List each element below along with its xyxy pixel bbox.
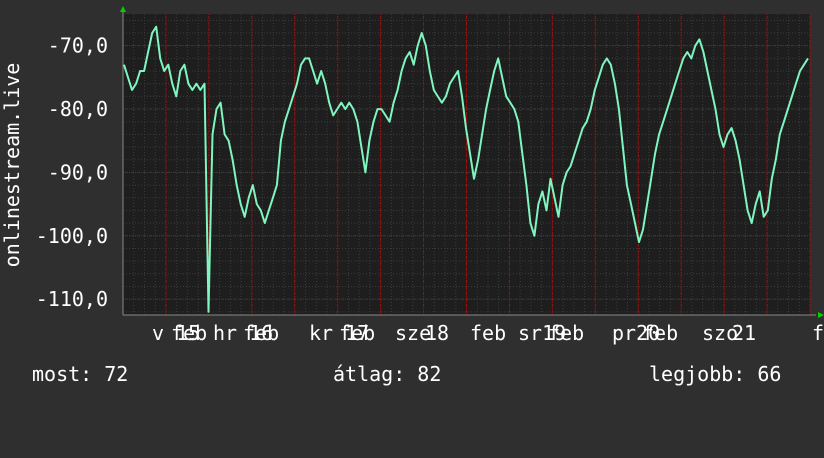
x-tick-label: feb [642,321,678,345]
x-tick-label: 18 [425,321,449,345]
x-tick-label: feb [548,321,584,345]
y-axis-arrow [120,6,126,12]
current-value: most: 72 [32,362,129,386]
x-axis-ticks: v 15feb hr 16feb kr 17feb sze18 feb sr19feb pr… [152,321,824,345]
average-value: átlag: 82 [333,362,442,386]
chart: -70,0-80,0-90,0-100,0-110,0 v 15feb hr 16… [0,6,824,345]
y-tick-label: -90,0 [48,160,108,184]
x-tick-label: feb [243,321,279,345]
y-tick-label: -80,0 [48,97,108,121]
x-tick-label: 21 [732,321,756,345]
x-axis-arrow [818,312,824,318]
x-tick-label: feb [171,321,207,345]
y-tick-label: -110,0 [36,287,108,311]
y-tick-label: -100,0 [36,224,108,248]
x-tick-label: feb [339,321,375,345]
stats-bar: most: 72 átlag: 82 legjobb: 66 [0,362,824,392]
x-tick-label: feb [470,321,506,345]
y-axis-ticks: -70,0 -80,0 -90,0 -100,0 -110,0 [36,34,108,311]
x-tick-label: f [812,321,824,345]
best-value: legjobb: 66 [649,362,782,386]
y-tick-label: -70,0 [48,34,108,58]
y-axis-label: onlinestream.live [0,63,24,268]
